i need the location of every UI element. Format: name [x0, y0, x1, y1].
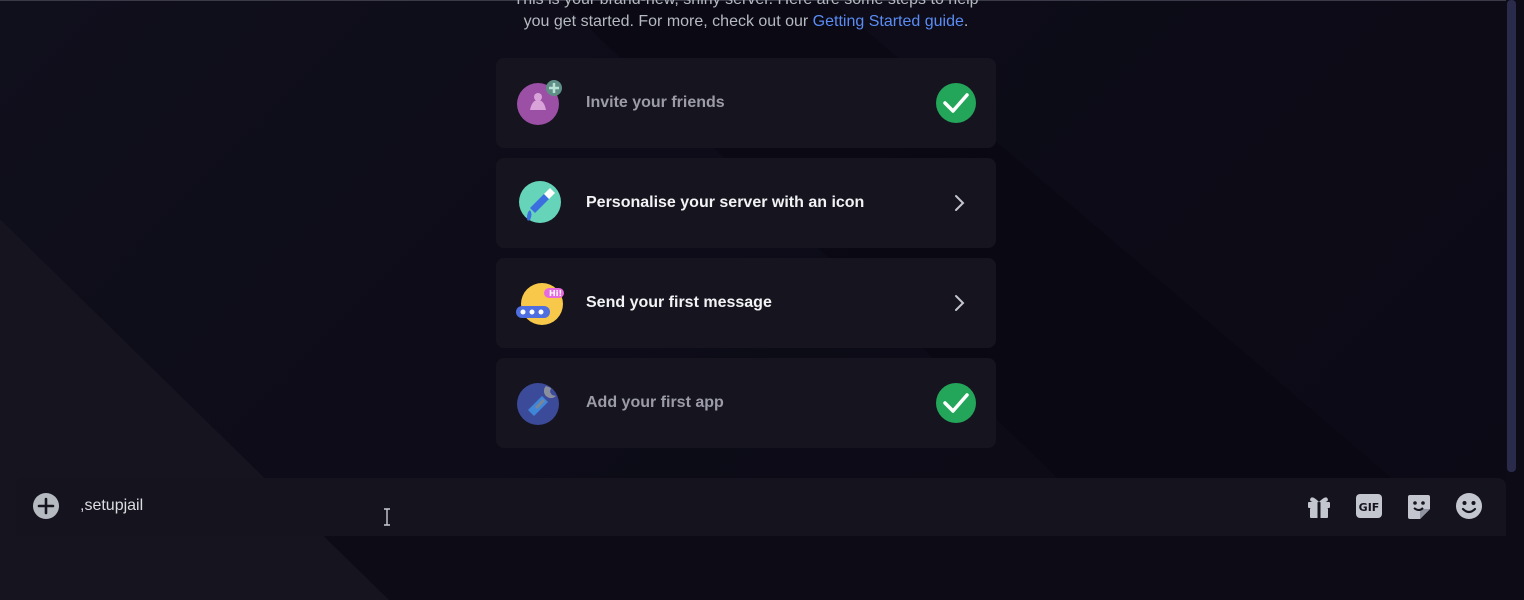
chevron-right-icon: [955, 195, 965, 211]
getting-started-link[interactable]: Getting Started guide: [813, 13, 964, 30]
svg-text:Hi!: Hi!: [549, 289, 562, 298]
chevron-right-icon: [955, 295, 965, 311]
step-personalise-icon[interactable]: Personalise your server with an icon: [496, 158, 996, 248]
step-label: Invite your friends: [586, 94, 725, 111]
invite-friends-icon: [517, 80, 562, 125]
completed-check-icon: [936, 83, 976, 123]
server-welcome-text: This is your brand-new, shiny server. He…: [496, 0, 996, 33]
text-cursor-icon: [384, 508, 390, 526]
step-send-first-message[interactable]: Hi! Send your first message: [496, 258, 996, 348]
gif-label: GIF: [1359, 501, 1380, 514]
gift-icon[interactable]: [1303, 490, 1335, 522]
emoji-icon[interactable]: [1453, 490, 1485, 522]
paintbrush-icon: [519, 181, 561, 223]
add-attachment-icon[interactable]: [32, 492, 60, 520]
sticker-icon[interactable]: [1403, 490, 1435, 522]
intro-line-2: you get started. For more, check out our: [523, 13, 813, 30]
message-composer: ,setupjail GIF: [16, 478, 1506, 536]
intro-period: .: [963, 13, 969, 30]
step-label: Send your first message: [586, 294, 772, 311]
intro-line-1: This is your brand-new, shiny server. He…: [513, 0, 978, 8]
wrench-app-icon: [517, 383, 559, 425]
gif-icon[interactable]: GIF: [1353, 490, 1385, 522]
completed-check-icon: [936, 383, 976, 423]
step-label: Personalise your server with an icon: [586, 194, 865, 211]
step-invite-friends[interactable]: Invite your friends: [496, 58, 996, 148]
scrollbar-thumb[interactable]: [1507, 0, 1516, 472]
step-add-first-app[interactable]: Add your first app: [496, 358, 996, 448]
step-label: Add your first app: [586, 394, 724, 411]
message-input[interactable]: ,setupjail: [80, 494, 143, 518]
chat-bubble-icon: Hi!: [516, 283, 564, 325]
